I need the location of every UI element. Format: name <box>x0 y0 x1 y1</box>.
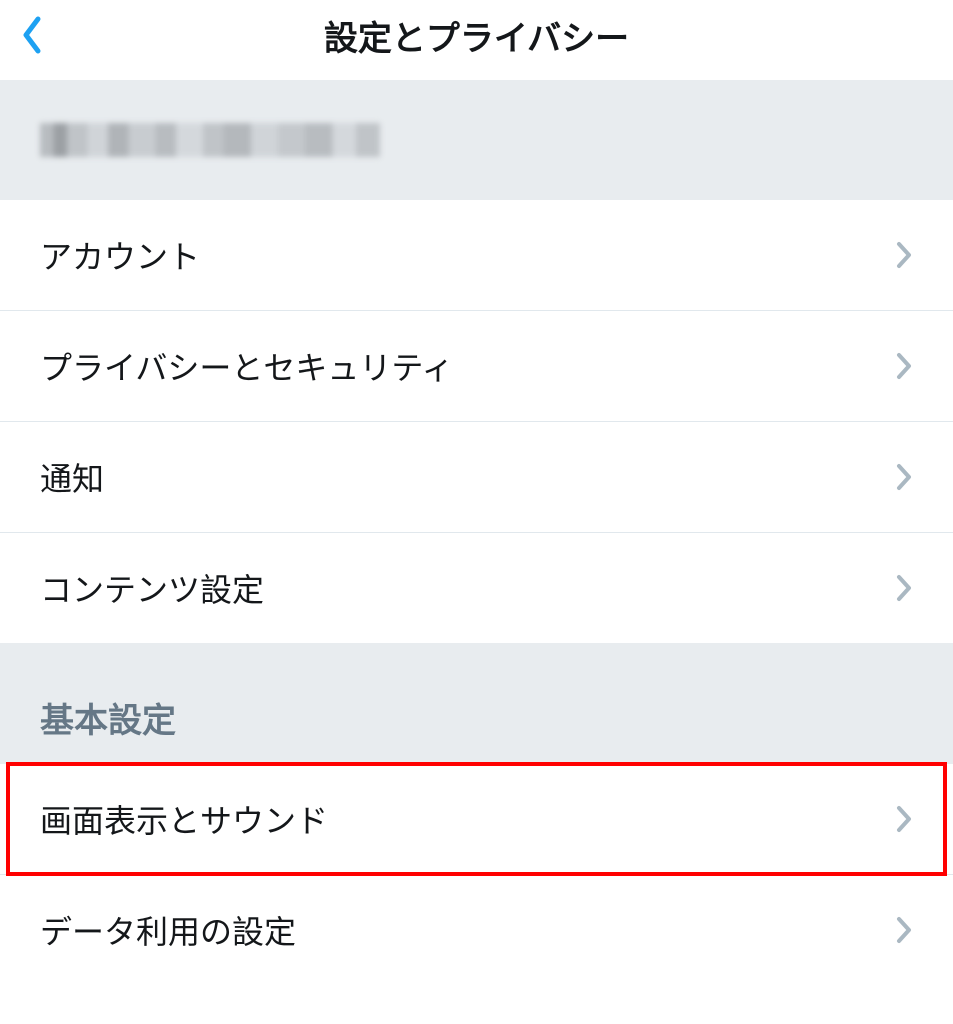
chevron-right-icon <box>895 573 913 603</box>
main-settings-list: アカウント プライバシーとセキュリティ 通知 コンテンツ設定 <box>0 200 953 643</box>
basic-settings-section-header: 基本設定 <box>0 643 953 764</box>
settings-item-label: 通知 <box>40 454 104 500</box>
settings-item-data-usage[interactable]: データ利用の設定 <box>0 875 953 973</box>
settings-item-display-sound[interactable]: 画面表示とサウンド <box>0 764 953 875</box>
chevron-right-icon <box>895 351 913 381</box>
settings-item-label: データ利用の設定 <box>40 907 296 953</box>
settings-item-account[interactable]: アカウント <box>0 200 953 311</box>
chevron-right-icon <box>895 462 913 492</box>
chevron-right-icon <box>895 240 913 270</box>
basic-settings-list: 画面表示とサウンド データ利用の設定 <box>0 764 953 973</box>
settings-item-label: アカウント <box>40 232 200 278</box>
chevron-right-icon <box>895 915 913 945</box>
chevron-right-icon <box>895 804 913 834</box>
settings-item-privacy-security[interactable]: プライバシーとセキュリティ <box>0 311 953 422</box>
page-title: 設定とプライバシー <box>20 11 933 60</box>
settings-item-content-settings[interactable]: コンテンツ設定 <box>0 533 953 643</box>
settings-item-notifications[interactable]: 通知 <box>0 422 953 533</box>
settings-item-label: 画面表示とサウンド <box>40 796 328 842</box>
section-header-label: 基本設定 <box>40 693 913 742</box>
settings-item-label: プライバシーとセキュリティ <box>40 343 453 389</box>
settings-item-label: コンテンツ設定 <box>40 565 264 611</box>
account-name-redacted <box>40 123 380 157</box>
account-name-section <box>0 80 953 200</box>
navigation-header: 設定とプライバシー <box>0 0 953 80</box>
